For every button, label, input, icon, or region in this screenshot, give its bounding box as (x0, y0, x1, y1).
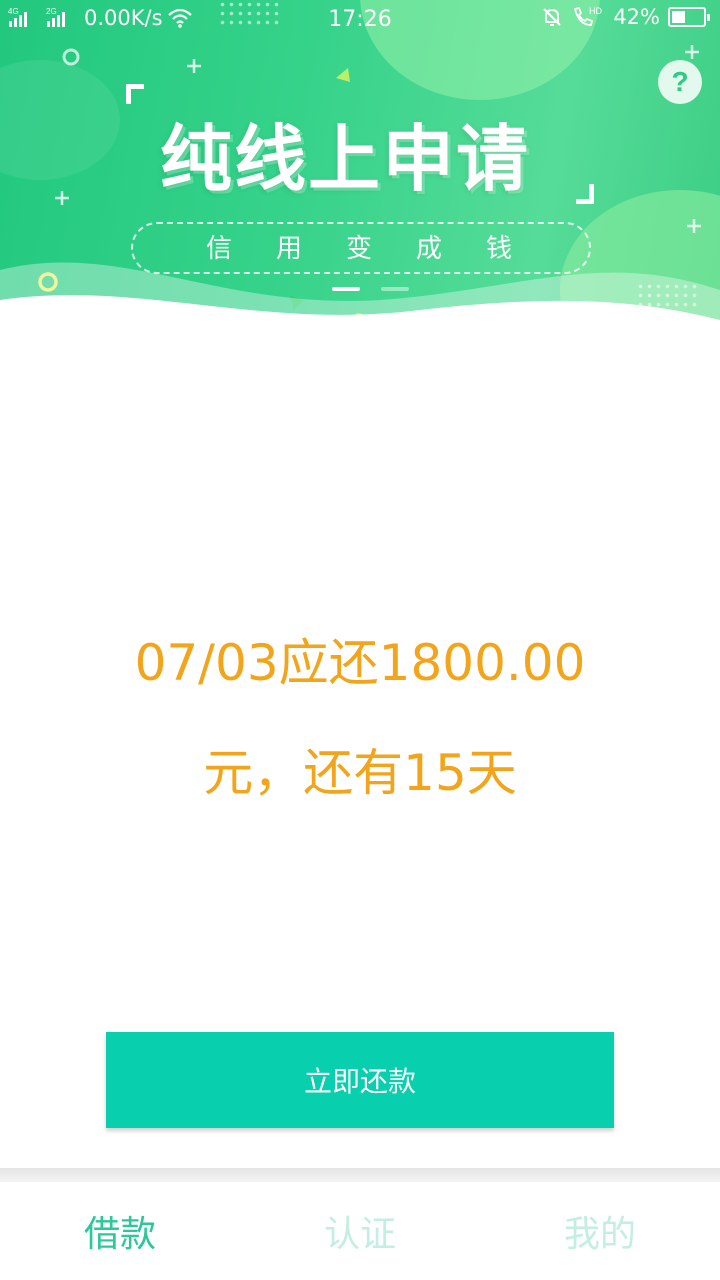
banner-title: 纯线上申请 (160, 117, 531, 201)
hd-call-icon: HD (574, 6, 603, 26)
banner-decor-blob (0, 60, 120, 180)
banner-plus-decor (55, 191, 69, 205)
banner-triangle-decor (336, 68, 350, 82)
carousel-indicator-active[interactable] (332, 287, 360, 291)
title-bracket-right (576, 184, 594, 204)
repay-reminder-line1: 07/03应还1800.00 (134, 634, 586, 692)
battery-icon (668, 7, 710, 27)
svg-text:HD: HD (589, 6, 602, 16)
carousel-indicator[interactable] (381, 287, 409, 291)
promo-banner[interactable]: 纯线上申请 信用变成钱 (0, 0, 720, 340)
nav-divider (0, 1168, 720, 1182)
banner-plus-decor (187, 59, 201, 73)
title-bracket-left (126, 84, 144, 104)
bottom-nav: 借款 认证 我的 (0, 1182, 720, 1280)
banner-subtitle: 信用变成钱 (131, 222, 591, 274)
repay-now-button[interactable]: 立即还款 (106, 1032, 614, 1128)
repay-reminder-line2: 元，还有15天 (203, 744, 517, 802)
tab-loan[interactable]: 借款 (0, 1182, 240, 1280)
status-bar: 4G 2G 0.00K/s 17:26 HD 42% (0, 0, 720, 38)
battery-percent: 42% (613, 5, 660, 29)
banner-plus-decor (685, 45, 699, 59)
help-button[interactable]: ? (658, 60, 702, 104)
tab-verification[interactable]: 认证 (240, 1182, 480, 1280)
tab-profile[interactable]: 我的 (480, 1182, 720, 1280)
mute-bell-icon (543, 8, 562, 26)
banner-ring-decor (62, 48, 80, 66)
repay-reminder: 07/03应还1800.00 元，还有15天 (60, 608, 660, 828)
